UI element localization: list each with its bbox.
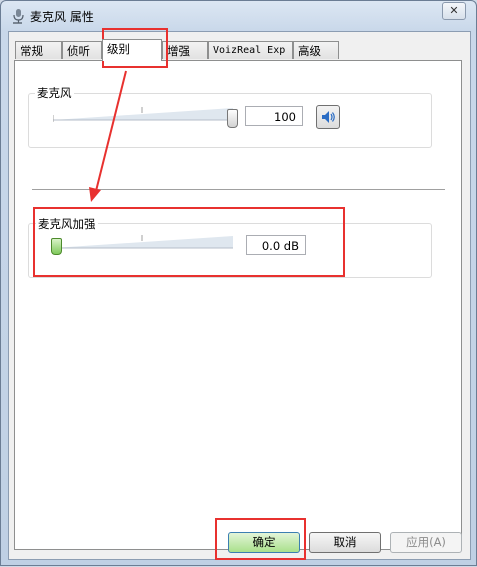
tab-enhancements[interactable]: 增强 <box>162 41 208 59</box>
separator <box>32 189 445 190</box>
tab-label: 常规 <box>20 44 43 58</box>
boost-slider-track[interactable] <box>53 231 237 255</box>
boost-slider-thumb[interactable] <box>51 238 62 255</box>
tab-bar: 常规 侦听 级别 增强 VoizReal Exp 高级 <box>15 39 465 61</box>
tab-general[interactable]: 常规 <box>15 41 62 59</box>
boost-level-field[interactable]: 0.0 dB <box>246 235 306 255</box>
dialog-client: 常规 侦听 级别 增强 VoizReal Exp 高级 麦克风 100 麦克风加… <box>8 31 471 560</box>
levels-panel: 麦克风 100 麦克风加强 0.0 dB <box>14 60 462 550</box>
tab-label: VoizReal Exp <box>213 45 286 56</box>
boost-label: 麦克风加强 <box>36 216 98 232</box>
tab-label: 侦听 <box>67 44 90 58</box>
close-icon: ✕ <box>449 4 459 17</box>
title-bar[interactable]: 麦克风 属性 ✕ <box>1 1 476 31</box>
microphone-label: 麦克风 <box>35 85 74 101</box>
tab-label: 级别 <box>107 42 130 56</box>
microphone-slider-track[interactable] <box>53 103 237 127</box>
microphone-slider-thumb[interactable] <box>227 109 238 128</box>
tab-advanced[interactable]: 高级 <box>293 41 339 59</box>
ok-button[interactable]: 确定 <box>228 532 300 553</box>
tab-levels[interactable]: 级别 <box>102 39 162 61</box>
close-button[interactable]: ✕ <box>442 2 466 20</box>
mute-button[interactable] <box>316 105 340 129</box>
microphone-icon <box>13 9 24 24</box>
apply-button[interactable]: 应用(A) <box>390 532 462 553</box>
properties-window: 麦克风 属性 ✕ 常规 侦听 级别 增强 VoizReal Exp 高级 麦克风… <box>0 0 477 566</box>
tab-label: 增强 <box>167 44 190 58</box>
window-title: 麦克风 属性 <box>30 10 94 24</box>
cancel-button[interactable]: 取消 <box>309 532 381 553</box>
tab-listen[interactable]: 侦听 <box>62 41 102 59</box>
tab-voizreal-exp[interactable]: VoizReal Exp <box>208 41 293 59</box>
microphone-level-field[interactable]: 100 <box>245 106 303 126</box>
speaker-icon <box>322 111 335 123</box>
tab-label: 高级 <box>298 44 321 58</box>
